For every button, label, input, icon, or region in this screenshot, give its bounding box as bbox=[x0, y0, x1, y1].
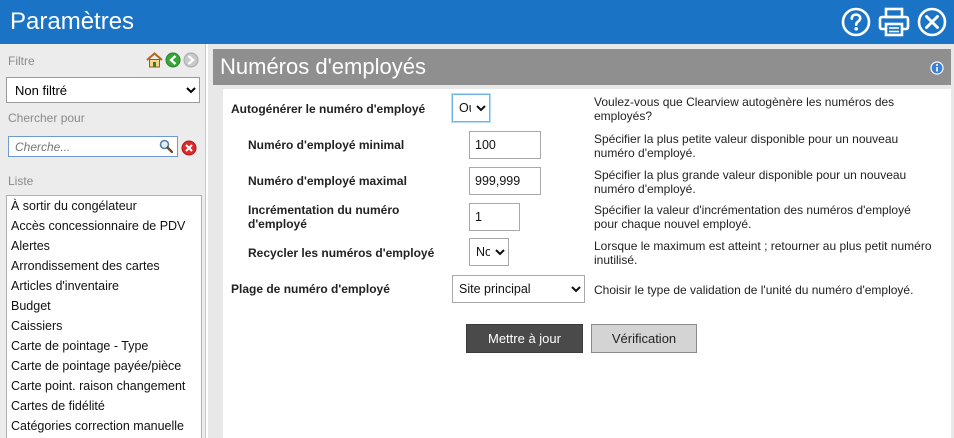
increment-input[interactable] bbox=[469, 203, 520, 231]
info-icon[interactable] bbox=[930, 61, 944, 78]
forward-arrow-icon[interactable] bbox=[183, 52, 199, 71]
increment-label: Incrémentation du numéro d'employé bbox=[248, 203, 400, 231]
list-item[interactable]: Budget bbox=[7, 296, 201, 316]
sidebar: Filtre Non filtré Chercher pour Liste À … bbox=[0, 44, 206, 438]
update-button[interactable]: Mettre à jour bbox=[466, 324, 583, 353]
window-title: Paramètres bbox=[10, 8, 135, 35]
max-employee-number-input[interactable] bbox=[469, 167, 541, 195]
filter-label: Filtre bbox=[8, 54, 35, 68]
list-item[interactable]: Alertes bbox=[7, 236, 201, 256]
title-bar: Paramètres bbox=[0, 0, 954, 44]
close-icon[interactable] bbox=[916, 6, 948, 38]
filter-select[interactable]: Non filtré bbox=[6, 77, 200, 103]
autogen-label: Autogénérer le numéro d'employé bbox=[231, 102, 426, 116]
print-icon[interactable] bbox=[878, 6, 910, 38]
list-item[interactable]: Carte point. raison changement bbox=[7, 376, 201, 396]
range-label: Plage de numéro d'employé bbox=[231, 282, 390, 296]
increment-description: Spécifier la valeur d'incrémentation des… bbox=[594, 203, 911, 231]
home-icon[interactable] bbox=[146, 52, 163, 71]
search-label: Chercher pour bbox=[8, 111, 85, 125]
recycle-select[interactable]: Non bbox=[469, 238, 509, 266]
max-label: Numéro d'employé maximal bbox=[248, 174, 407, 188]
list-item[interactable]: Carte de pointage payée/pièce bbox=[7, 356, 201, 376]
list-item[interactable]: À sortir du congélateur bbox=[7, 196, 201, 216]
list-label: Liste bbox=[8, 174, 34, 188]
autogen-description: Voulez-vous que Clearview autogènère les… bbox=[594, 95, 895, 123]
list-item[interactable]: Caissiers bbox=[7, 316, 201, 336]
list-item[interactable]: Accès concessionnaire de PDV bbox=[7, 216, 201, 236]
search-icon[interactable] bbox=[159, 139, 174, 156]
panel-header: Numéros d'employés bbox=[213, 49, 951, 85]
main-panel: Numéros d'employés Autogénérer le numéro… bbox=[208, 44, 954, 438]
list-item[interactable]: Cartes de fidélité bbox=[7, 396, 201, 416]
list-item[interactable]: Carte de pointage - Type bbox=[7, 336, 201, 356]
back-arrow-icon[interactable] bbox=[165, 52, 181, 71]
max-description: Spécifier la plus grande valeur disponib… bbox=[594, 168, 907, 196]
recycle-description: Lorsque le maximum est atteint ; retourn… bbox=[594, 239, 932, 267]
search-input[interactable] bbox=[9, 137, 155, 156]
autogen-select[interactable]: Oui bbox=[452, 94, 490, 122]
min-employee-number-input[interactable] bbox=[469, 131, 541, 159]
sidebar-nav-icons bbox=[146, 52, 199, 71]
help-icon[interactable] bbox=[840, 6, 872, 38]
search-box bbox=[8, 136, 178, 157]
min-label: Numéro d'employé minimal bbox=[248, 138, 405, 152]
settings-form: Autogénérer le numéro d'employé Oui Voul… bbox=[223, 89, 951, 438]
min-description: Spécifier la plus petite valeur disponib… bbox=[594, 132, 899, 160]
title-bar-actions bbox=[840, 6, 948, 38]
list-item[interactable]: Articles d'inventaire bbox=[7, 276, 201, 296]
verify-button[interactable]: Vérification bbox=[591, 324, 697, 353]
settings-list: À sortir du congélateur Accès concession… bbox=[6, 195, 202, 438]
recycle-label: Recycler les numéros d'employé bbox=[248, 246, 435, 260]
page-title: Numéros d'employés bbox=[220, 54, 426, 79]
range-select[interactable]: Site principal bbox=[452, 275, 585, 303]
list-item[interactable]: Arrondissement des cartes bbox=[7, 256, 201, 276]
range-description: Choisir le type de validation de l'unité… bbox=[594, 283, 914, 297]
list-item[interactable]: Catégories correction manuelle bbox=[7, 416, 201, 436]
clear-search-icon[interactable] bbox=[181, 140, 197, 159]
